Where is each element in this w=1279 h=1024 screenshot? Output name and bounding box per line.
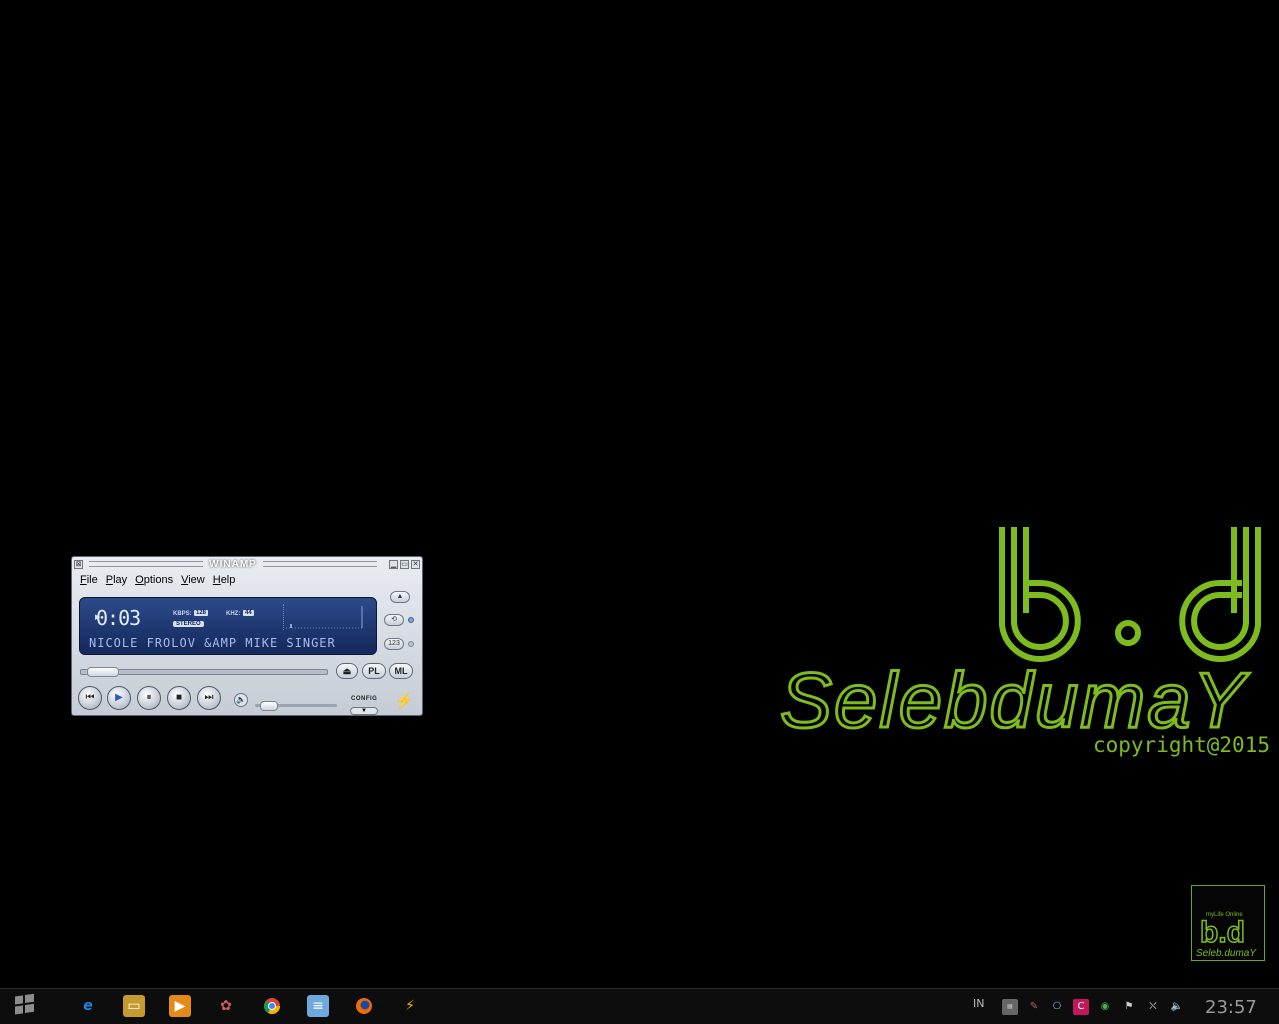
taskbar-clock[interactable]: 23:57 bbox=[1205, 997, 1257, 1018]
paint-icon[interactable]: ✿ bbox=[215, 995, 237, 1017]
winamp-menubar: File Play Options View Help bbox=[76, 574, 239, 589]
elapsed-time[interactable]: 0:03 bbox=[96, 606, 141, 630]
small-logo-name: Seleb.dumaY bbox=[1196, 948, 1257, 959]
media-player-icon[interactable]: ▶ bbox=[169, 995, 191, 1017]
firefox-icon[interactable] bbox=[353, 995, 375, 1017]
menu-help[interactable]: Help bbox=[209, 574, 240, 589]
lightning-icon[interactable]: ⚡ bbox=[394, 691, 414, 711]
repeat-button[interactable]: ⟲ bbox=[384, 614, 404, 626]
notepad-icon[interactable]: ≡ bbox=[307, 995, 329, 1017]
khz-value: 44 bbox=[243, 610, 254, 616]
print-screen-tray-icon[interactable]: ▤ bbox=[1002, 999, 1018, 1015]
playlist-button[interactable]: PL bbox=[362, 663, 386, 679]
speaker-icon[interactable]: 🔈 bbox=[1169, 999, 1185, 1015]
config-button[interactable]: ▼ bbox=[350, 707, 378, 715]
menu-view[interactable]: View bbox=[177, 574, 209, 589]
titlebar-grip bbox=[89, 561, 204, 567]
kbps-label: KBPS: bbox=[173, 611, 192, 617]
seek-thumb[interactable] bbox=[87, 667, 120, 677]
winamp-system-menu-button[interactable]: ⊠ bbox=[74, 559, 83, 569]
wallpaper-name-logo: SelebdumaY bbox=[779, 655, 1250, 740]
winamp-title: WINAMP bbox=[209, 558, 257, 570]
network-disconnected-icon[interactable]: ⛌ bbox=[1145, 999, 1161, 1015]
close-button[interactable]: ✕ bbox=[411, 559, 421, 569]
winamp-window[interactable]: ⊠ WINAMP ▁ ▭ ✕ File Play Options View He… bbox=[71, 556, 423, 716]
numbering-indicator bbox=[408, 641, 414, 647]
small-logo-bd: b.d bbox=[1200, 916, 1245, 949]
khz-label: KHZ: bbox=[226, 611, 241, 617]
stop-button[interactable]: ■ bbox=[167, 686, 191, 710]
volume-icon[interactable]: 🔈 bbox=[234, 693, 248, 707]
winamp-titlebar[interactable]: ⊠ WINAMP ▁ ▭ ✕ bbox=[74, 558, 421, 570]
winamp-display: ▶ 0:03 KBPS: 128 KHZ: 44 STEREO NICOLE F… bbox=[79, 597, 377, 655]
menu-file[interactable]: File bbox=[76, 574, 102, 589]
seek-bar[interactable] bbox=[80, 667, 328, 677]
media-library-button[interactable]: ML bbox=[389, 663, 413, 679]
play-button[interactable]: ▶ bbox=[107, 686, 131, 710]
file-explorer-icon[interactable]: ▭ bbox=[123, 995, 145, 1017]
eject-button[interactable]: ⏏ bbox=[336, 663, 358, 679]
spectrum-visualizer[interactable] bbox=[283, 604, 364, 630]
next-button[interactable]: ⏭ bbox=[197, 686, 221, 710]
song-title-marquee[interactable]: NICOLE FROLOV &AMP MIKE SINGER bbox=[89, 636, 374, 650]
wallpaper-copyright: copyright@2015 bbox=[1092, 733, 1270, 757]
kbps-value: 128 bbox=[194, 610, 209, 616]
wallpaper-name-text: SelebdumaY bbox=[780, 656, 1250, 740]
menu-options[interactable]: Options bbox=[131, 574, 177, 589]
network-tray-icon[interactable]: ⎔ bbox=[1049, 999, 1065, 1015]
wallpaper-big-logo bbox=[999, 527, 1261, 662]
windows-logo-icon[interactable] bbox=[11, 993, 39, 1019]
action-center-icon[interactable]: ⚑ bbox=[1121, 999, 1137, 1015]
titlebar-grip bbox=[262, 561, 378, 567]
stereo-indicator: STEREO bbox=[173, 621, 204, 627]
numbering-button[interactable]: 123 bbox=[384, 638, 404, 650]
app-tray-icon[interactable]: C bbox=[1073, 999, 1089, 1015]
globe-tray-icon[interactable]: ◉ bbox=[1097, 999, 1113, 1015]
taskbar: e ▭ ▶ ✿ ≡ ⚡ IN ▤ ✎ ⎔ C ◉ ⚑ ⛌ 🔈 23:57 bbox=[0, 988, 1279, 1024]
eject-small-button[interactable]: ▲ bbox=[390, 591, 410, 603]
language-indicator[interactable]: IN bbox=[973, 997, 984, 1010]
internet-explorer-icon[interactable]: e bbox=[77, 995, 99, 1017]
chrome-icon[interactable] bbox=[261, 995, 283, 1017]
paint-tray-icon[interactable]: ✎ bbox=[1026, 999, 1042, 1015]
config-label: CONFIG bbox=[351, 696, 378, 702]
pause-button[interactable]: ⏸ bbox=[137, 686, 161, 710]
minimize-button[interactable]: ▁ bbox=[389, 559, 399, 569]
wallpaper-small-logo: myLife Online b.d Seleb.dumaY bbox=[1191, 885, 1265, 961]
shade-button[interactable]: ▭ bbox=[400, 559, 410, 569]
volume-slider[interactable] bbox=[255, 701, 337, 711]
winamp-icon[interactable]: ⚡ bbox=[399, 995, 421, 1017]
volume-thumb[interactable] bbox=[260, 701, 279, 711]
previous-button[interactable]: ⏮ bbox=[78, 686, 102, 710]
repeat-indicator bbox=[408, 617, 414, 623]
menu-play[interactable]: Play bbox=[102, 574, 131, 589]
desktop: SelebdumaY copyright@2015 myLife Online … bbox=[0, 0, 1279, 988]
